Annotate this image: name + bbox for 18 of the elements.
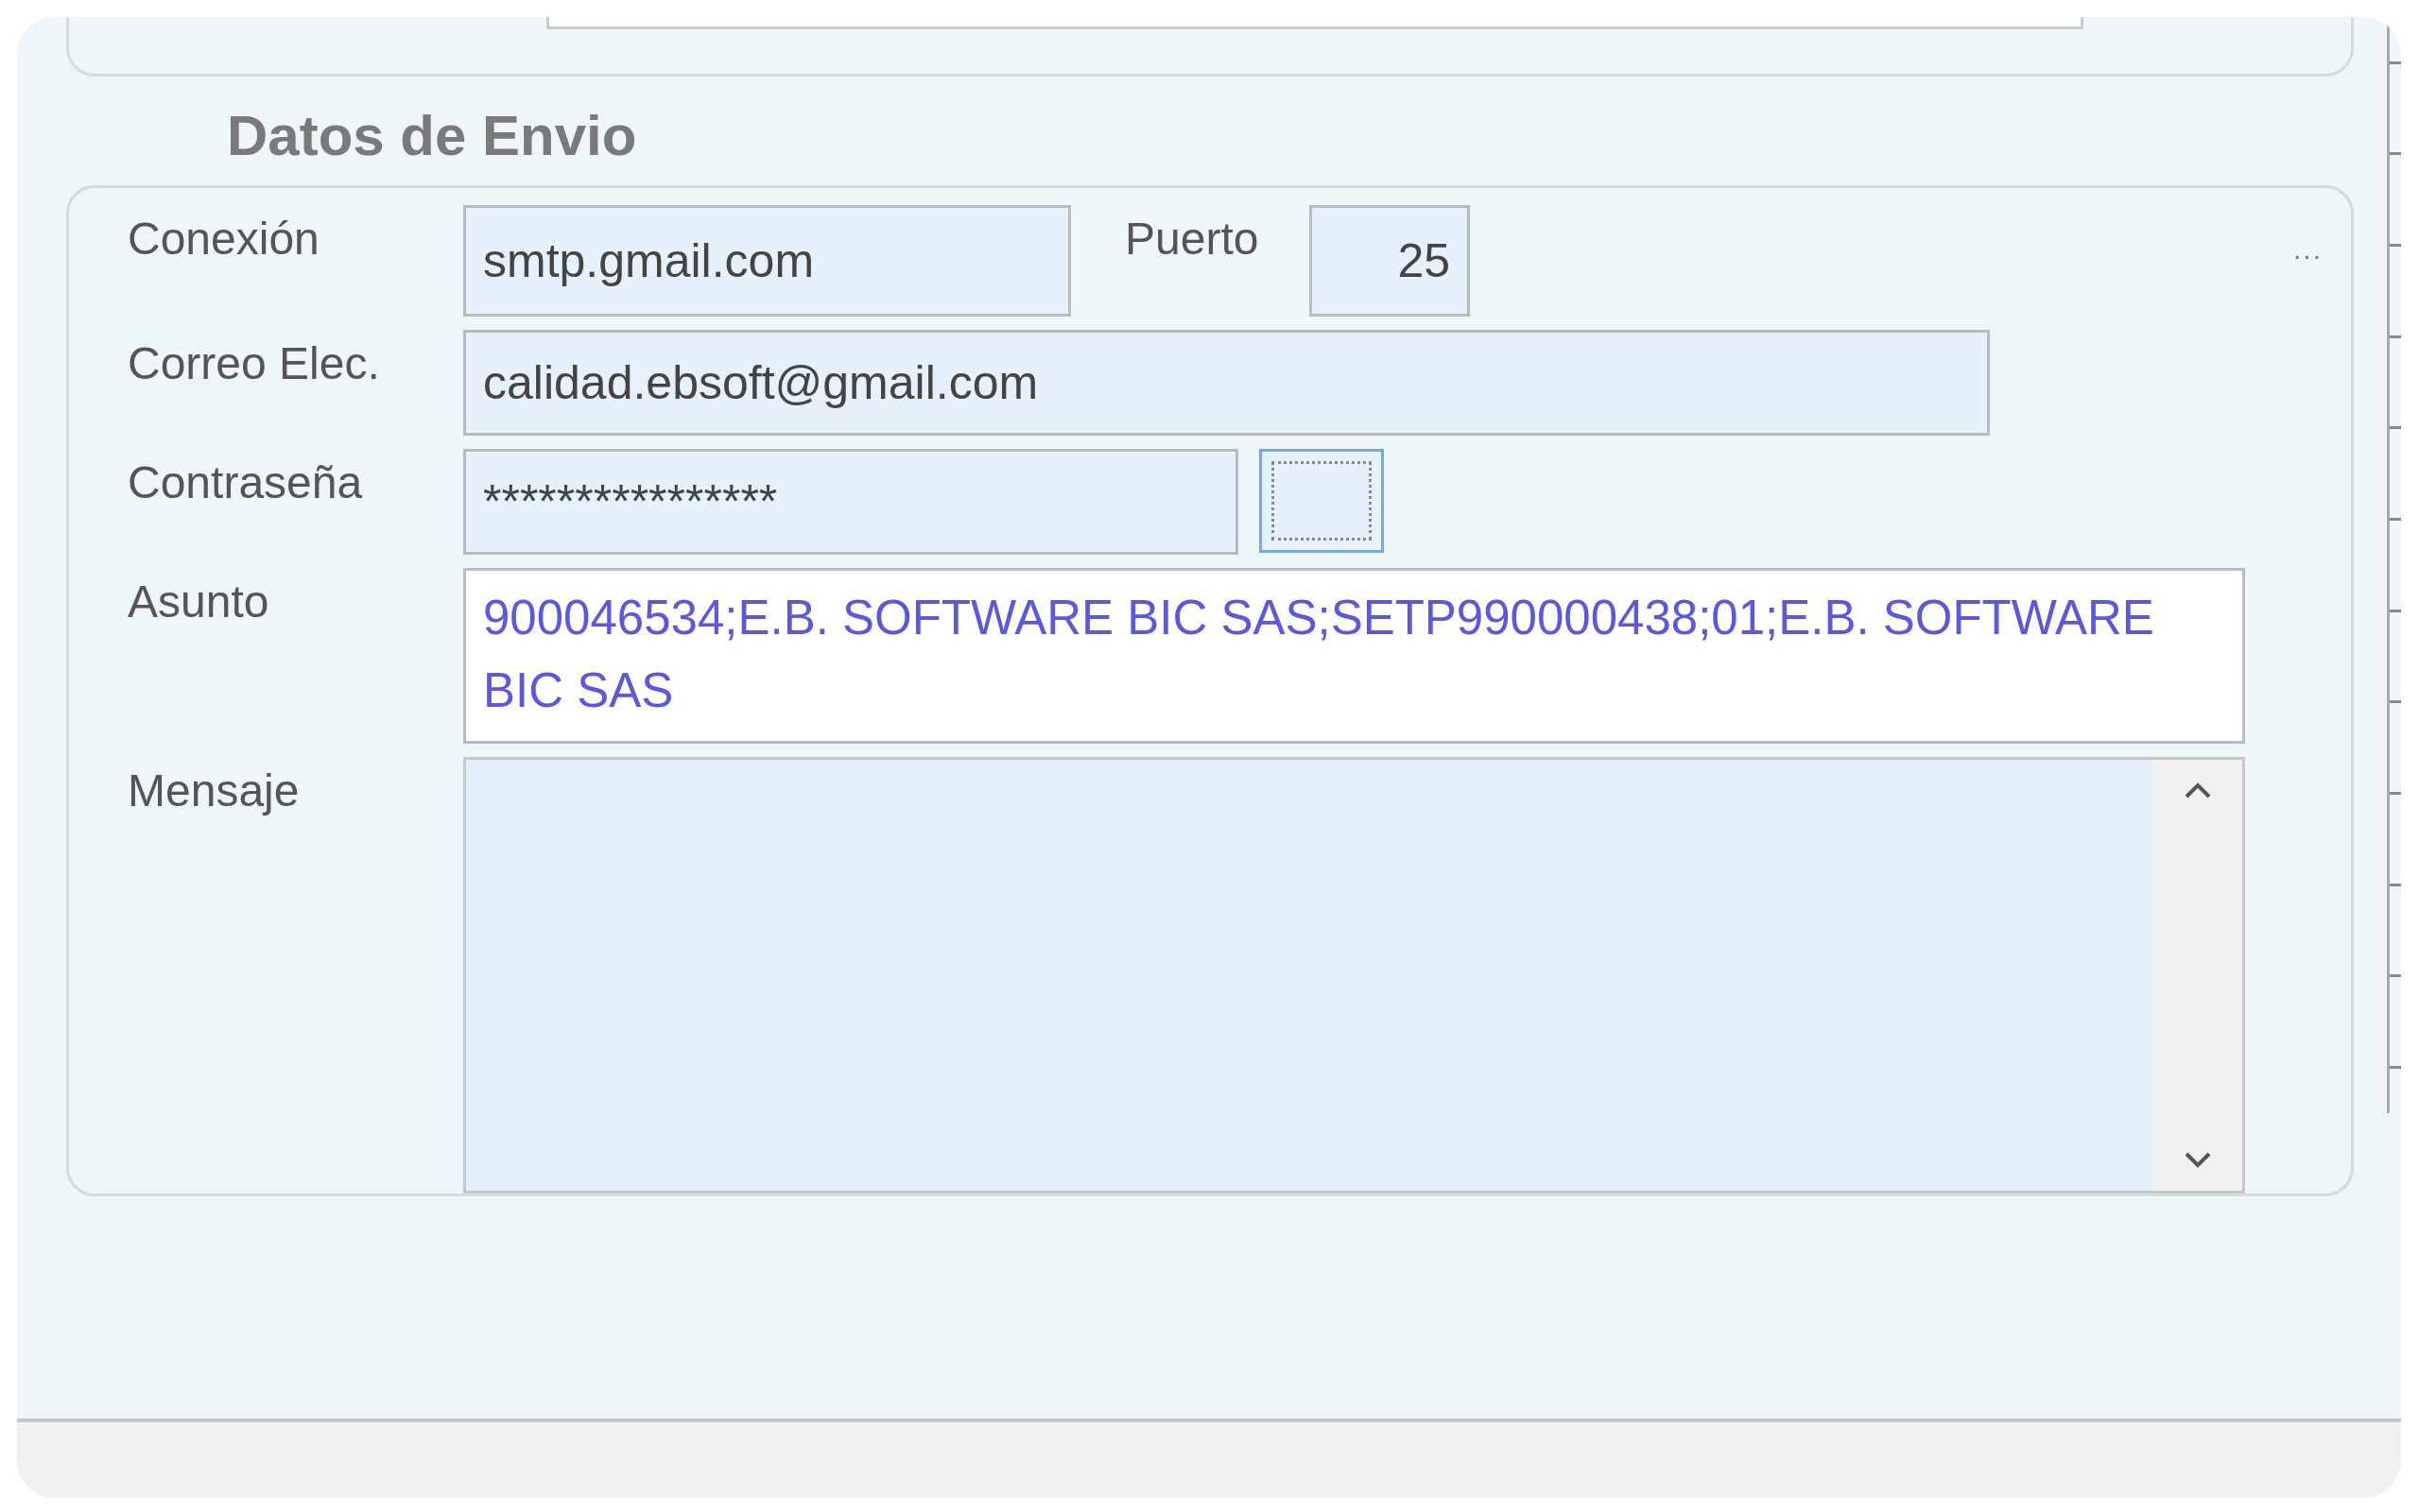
scrollbar[interactable] xyxy=(2152,760,2242,1191)
field-label: Mensaje xyxy=(128,765,301,816)
scroll-up-icon[interactable] xyxy=(2183,781,2212,799)
field-label: Conexión xyxy=(128,213,320,265)
input-field[interactable]: calidad.ebsoft@gmail.com xyxy=(463,330,1990,436)
field-label: Puerto xyxy=(1125,213,1260,265)
input-field[interactable]: smtp.gmail.com xyxy=(463,205,1071,317)
more-button[interactable]: ... xyxy=(2293,233,2323,266)
field-label: Contraseña xyxy=(128,456,364,508)
field-label: Asunto xyxy=(128,576,270,627)
input-field[interactable]: 25 xyxy=(1309,205,1470,317)
section-title: Datos de Envio xyxy=(227,103,638,168)
show-password-button[interactable] xyxy=(1259,449,1384,553)
password-field[interactable]: **************** xyxy=(463,449,1238,555)
field-label: Correo Elec. xyxy=(128,337,381,389)
message-field[interactable] xyxy=(463,757,2245,1194)
subject-field[interactable]: 900046534;E.B. SOFTWARE BIC SAS;SETP990000438;01;E.B. SOFTWARE BIC SAS xyxy=(463,568,2245,744)
scroll-down-icon[interactable] xyxy=(2183,1151,2212,1170)
